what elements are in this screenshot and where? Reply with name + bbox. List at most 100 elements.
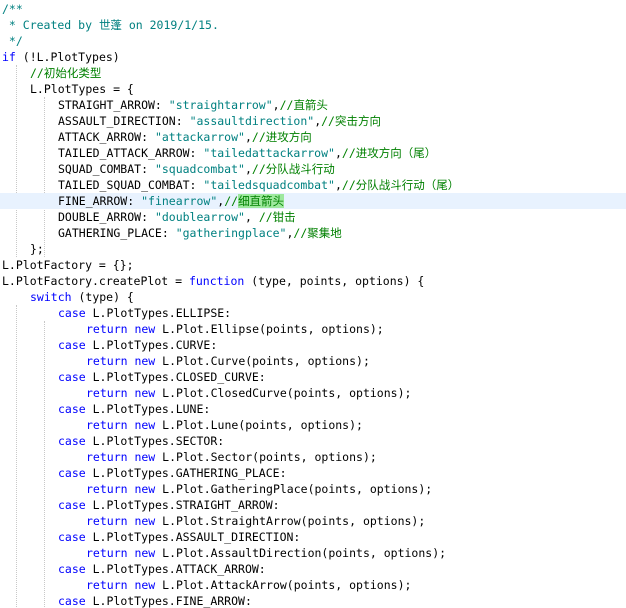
code-line[interactable]: return new L.Plot.AssaultDirection(point… [0,545,626,561]
code-line[interactable]: //初始化类型 [0,65,626,81]
code-token: 分队战斗行动 [265,162,335,176]
code-token: , [272,98,280,112]
code-token: function [188,274,245,288]
code-line[interactable]: return new L.Plot.StraightArrow(points, … [0,513,626,529]
code-line[interactable]: case L.PlotTypes.CURVE: [0,337,626,353]
code-line[interactable]: return new L.Plot.GatheringPlace(points,… [0,481,626,497]
code-token: * Created by [2,18,99,32]
code-token: "attackarrow" [154,130,245,144]
code-token: (type) { [71,290,134,304]
code-line[interactable]: L.PlotFactory.createPlot = function (typ… [0,273,626,289]
code-token: 直箭头 [293,98,328,112]
code-token: "gatheringplace" [175,226,287,240]
code-line[interactable]: TAILED_ATTACK_ARROW: "tailedattackarrow"… [0,145,626,161]
code-token: case [58,402,86,416]
code-line-current[interactable]: FINE_ARROW: "finearrow",//细直箭头 [0,193,626,209]
code-line[interactable]: case L.PlotTypes.ELLIPSE: [0,305,626,321]
code-editor[interactable]: /** * Created by 世蓬 on 2019/1/15. */if (… [0,0,626,608]
code-token: case [58,562,86,576]
code-line[interactable]: case L.PlotTypes.CLOSED_CURVE: [0,369,626,385]
code-line[interactable]: return new L.Plot.AttackArrow(points, op… [0,577,626,593]
code-line[interactable]: STRAIGHT_ARROW: "straightarrow",//直箭头 [0,97,626,113]
code-token: case [58,466,86,480]
code-token: /** [2,2,23,16]
code-token: L.Plot.GatheringPlace(points, options); [155,482,433,496]
code-token: "straightarrow" [168,98,273,112]
code-line[interactable]: L.PlotTypes = { [0,81,626,97]
code-line[interactable]: /** [0,1,626,17]
code-token: L.Plot.Lune(points, options); [155,418,363,432]
code-line[interactable]: case L.PlotTypes.SECTOR: [0,433,626,449]
code-token: STRAIGHT_ARROW: [58,98,169,112]
code-token: , [334,146,342,160]
code-line[interactable]: case L.PlotTypes.ASSAULT_DIRECTION: [0,529,626,545]
code-line[interactable]: */ [0,33,626,49]
code-line[interactable]: case L.PlotTypes.STRAIGHT_ARROW: [0,497,626,513]
code-line[interactable]: return new L.Plot.Curve(points, options)… [0,353,626,369]
code-token: (type, points, options) { [244,274,425,288]
code-token: L.Plot.ClosedCurve(points, options); [155,386,412,400]
code-token: "squadcombat" [154,162,245,176]
code-token: }; [30,242,44,256]
code-token: case [58,530,86,544]
code-token: L.PlotTypes.ATTACK_ARROW: [85,562,266,576]
code-token: return new [86,418,156,432]
code-token: // [341,178,356,192]
code-token: // [251,162,266,176]
code-line[interactable]: return new L.Plot.Ellipse(points, option… [0,321,626,337]
code-token: return new [86,482,156,496]
code-token: SQUAD_COMBAT: [58,162,155,176]
code-line[interactable]: switch (type) { [0,289,626,305]
code-token: 分队战斗行动（尾） [355,178,460,192]
code-line[interactable]: case L.PlotTypes.GATHERING_PLACE: [0,465,626,481]
code-token: 钳击 [272,210,296,224]
code-token: L.PlotTypes.LUNE: [85,402,211,416]
code-token: 初始化类型 [43,66,102,80]
code-line[interactable]: return new L.Plot.Lune(points, options); [0,417,626,433]
code-token: L.Plot.Ellipse(points, options); [155,322,384,336]
code-token: // [279,98,294,112]
code-token: case [58,434,86,448]
code-line[interactable]: if (!L.PlotTypes) [0,49,626,65]
code-line[interactable]: L.PlotFactory = {}; [0,257,626,273]
code-line[interactable]: DOUBLE_ARROW: "doublearrow", //钳击 [0,209,626,225]
code-token: case [58,306,86,320]
code-line[interactable]: case L.PlotTypes.FINE_ARROW: [0,593,626,608]
code-token: L.Plot.Curve(points, options); [155,354,370,368]
code-token: // [224,194,239,208]
code-token: // [341,146,356,160]
code-line[interactable]: * Created by 世蓬 on 2019/1/15. [0,17,626,33]
code-token: 世蓬 [98,18,122,32]
code-token: case [58,338,86,352]
code-token: return new [86,514,156,528]
code-token: L.Plot.Sector(points, options); [155,450,377,464]
code-token: return new [86,322,156,336]
code-token: DOUBLE_ARROW: [58,210,155,224]
code-token: // [321,114,335,128]
code-token: return new [86,450,156,464]
code-token: ATTACK_ARROW: [58,130,155,144]
code-line[interactable]: case L.PlotTypes.ATTACK_ARROW: [0,561,626,577]
code-token: if [2,50,16,64]
code-line[interactable]: TAILED_SQUAD_COMBAT: "tailedsquadcombat"… [0,177,626,193]
code-token: TAILED_SQUAD_COMBAT: [58,178,204,192]
code-line[interactable]: }; [0,241,626,257]
code-token: "doublearrow" [154,210,245,224]
code-token: case [58,498,86,512]
code-token: L.PlotTypes.GATHERING_PLACE: [85,466,287,480]
code-line[interactable]: return new L.Plot.ClosedCurve(points, op… [0,385,626,401]
code-line[interactable]: ATTACK_ARROW: "attackarrow",//进攻方向 [0,129,626,145]
code-token: 聚集地 [307,226,342,240]
code-line[interactable]: return new L.Plot.Sector(points, options… [0,449,626,465]
code-token: */ [2,34,23,48]
code-line[interactable]: GATHERING_PLACE: "gatheringplace",//聚集地 [0,225,626,241]
code-token: "finearrow" [141,194,218,208]
code-token: ASSAULT_DIRECTION: [58,114,190,128]
code-line[interactable]: SQUAD_COMBAT: "squadcombat",//分队战斗行动 [0,161,626,177]
code-line[interactable]: case L.PlotTypes.LUNE: [0,401,626,417]
code-token: L.PlotTypes.CURVE: [85,338,218,352]
code-line[interactable]: ASSAULT_DIRECTION: "assaultdirection",//… [0,113,626,129]
code-token: L.Plot.StraightArrow(points, options); [155,514,426,528]
code-token: case [58,594,86,608]
code-token: , [244,210,259,224]
